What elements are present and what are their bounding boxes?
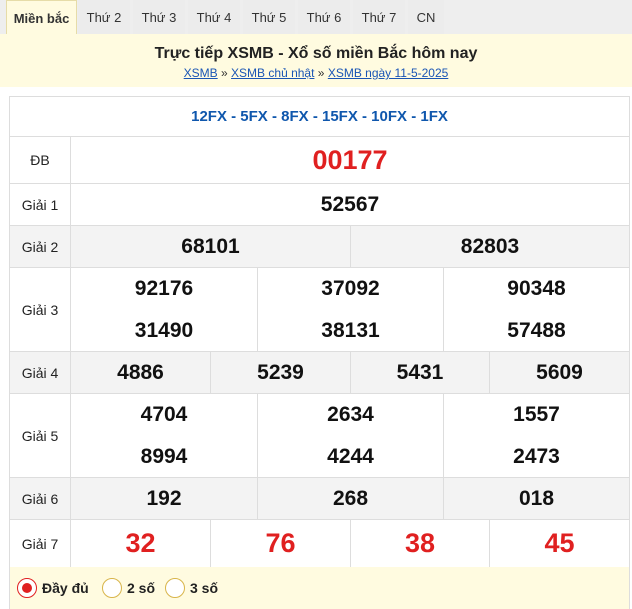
option-3-digits[interactable]: 3 số <box>165 576 218 600</box>
prize-number: 192 <box>146 486 182 510</box>
prize-row-g3: Giải 3 92176 37092 90348 31490 38131 574… <box>10 268 629 352</box>
option-2-digits[interactable]: 2 số <box>102 576 155 600</box>
tab-thu-2[interactable]: Thứ 2 <box>78 0 130 34</box>
prize-number: 2634 <box>257 394 443 436</box>
results-table: 12FX - 5FX - 8FX - 15FX - 10FX - 1FX ĐB … <box>9 96 630 609</box>
prize-number: 4704 <box>140 403 188 426</box>
prize-number: 00177 <box>312 144 388 175</box>
prize-number: 37092 <box>257 268 443 310</box>
prize-label: Giải 5 <box>10 394 71 477</box>
prize-number: 5609 <box>489 352 629 393</box>
prize-number: 90348 <box>443 268 629 310</box>
tab-thu-6[interactable]: Thứ 6 <box>298 0 350 34</box>
prize-number: 31490 <box>134 318 194 342</box>
breadcrumb-separator: » <box>221 66 228 80</box>
breadcrumb: XSMB » XSMB chủ nhật » XSMB ngày 11-5-20… <box>0 65 632 81</box>
option-label: Đầy đủ <box>42 580 89 596</box>
option-label: 3 số <box>190 580 219 596</box>
tab-cn[interactable]: CN <box>408 0 444 34</box>
breadcrumb-xsmb[interactable]: XSMB <box>184 66 218 80</box>
prize-row-g2: Giải 2 68101 82803 <box>10 226 629 268</box>
page-title: Trực tiếp XSMB - Xổ số miền Bắc hôm nay <box>154 45 478 62</box>
prize-number: 38131 <box>257 310 443 351</box>
prize-row-g5: Giải 5 4704 2634 1557 8994 4244 2473 <box>10 394 629 478</box>
prize-row-g4: Giải 4 4886 5239 5431 5609 <box>10 352 629 394</box>
option-full[interactable]: Đầy đủ <box>17 576 89 600</box>
prize-number: 5431 <box>350 352 489 393</box>
prize-number: 82803 <box>350 226 629 267</box>
prize-number: 57488 <box>443 310 629 351</box>
prize-number: 5239 <box>210 352 350 393</box>
prize-number: 76 <box>210 520 350 567</box>
radio-selected-icon[interactable] <box>17 578 37 598</box>
prize-label: Giải 4 <box>10 352 71 393</box>
prize-number: 4886 <box>117 360 164 384</box>
prize-number: 018 <box>443 478 629 519</box>
prize-label: Giải 1 <box>10 184 71 225</box>
tab-thu-3[interactable]: Thứ 3 <box>133 0 185 34</box>
prize-label: Giải 6 <box>10 478 71 519</box>
day-tabs: Miền bắc Thứ 2 Thứ 3 Thứ 4 Thứ 5 Thứ 6 T… <box>0 0 632 35</box>
tab-mien-bac[interactable]: Miền bắc <box>6 0 77 35</box>
breadcrumb-xsmb-chu-nhat[interactable]: XSMB chủ nhật <box>231 66 314 80</box>
prize-number: 68101 <box>181 234 240 258</box>
prize-row-g7: Giải 7 32 76 38 45 <box>10 520 629 568</box>
radio-icon[interactable] <box>102 578 122 598</box>
prize-number: 1557 <box>443 394 629 436</box>
prize-number: 52567 <box>320 192 380 216</box>
prize-number: 268 <box>257 478 443 519</box>
prize-label: Giải 3 <box>10 268 71 351</box>
radio-icon[interactable] <box>165 578 185 598</box>
tab-thu-7[interactable]: Thứ 7 <box>353 0 405 34</box>
results-header: Trực tiếp XSMB - Xổ số miền Bắc hôm nay … <box>0 34 632 87</box>
prize-row-db: ĐB 00177 <box>10 137 629 184</box>
option-label: 2 số <box>127 580 156 596</box>
prize-row-g1: Giải 1 52567 <box>10 184 629 226</box>
prize-number: 2473 <box>443 436 629 477</box>
prize-number: 92176 <box>134 277 194 300</box>
prize-label: Giải 7 <box>10 520 71 567</box>
page: Miền bắc Thứ 2 Thứ 3 Thứ 4 Thứ 5 Thứ 6 T… <box>0 0 632 609</box>
prize-number: 38 <box>350 520 489 567</box>
tab-thu-5[interactable]: Thứ 5 <box>243 0 295 34</box>
breadcrumb-separator: » <box>317 66 325 80</box>
tab-thu-4[interactable]: Thứ 4 <box>188 0 240 34</box>
prize-row-g6: Giải 6 192 268 018 <box>10 478 629 520</box>
prize-number: 32 <box>125 528 156 558</box>
prize-label: ĐB <box>10 137 71 183</box>
prize-number: 45 <box>489 520 629 567</box>
prize-label: Giải 2 <box>10 226 71 267</box>
prize-number: 4244 <box>257 436 443 477</box>
special-codes: 12FX - 5FX - 8FX - 15FX - 10FX - 1FX <box>10 97 629 137</box>
prize-number: 8994 <box>140 444 188 468</box>
display-options: Đầy đủ 2 số 3 số <box>9 567 630 609</box>
breadcrumb-xsmb-date[interactable]: XSMB ngày 11-5-2025 <box>328 66 449 80</box>
